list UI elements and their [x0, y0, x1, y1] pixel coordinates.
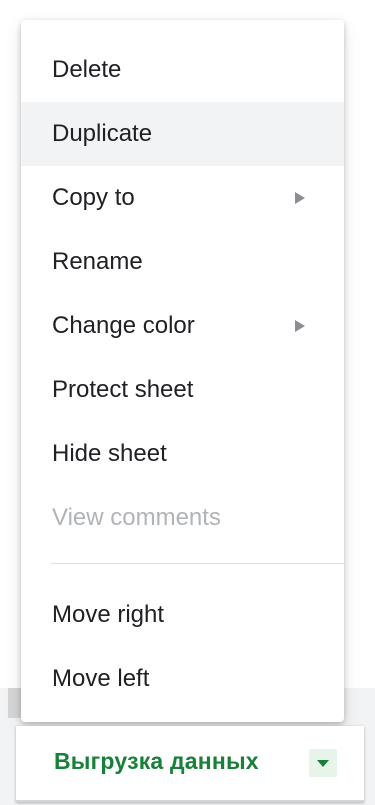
menu-item-move-right[interactable]: Move right [21, 583, 344, 647]
sheet-bar-edge [8, 688, 22, 718]
sheet-tab-label: Выгрузка данных [54, 748, 259, 774]
submenu-arrow-icon [295, 192, 305, 204]
menu-item-hide-sheet[interactable]: Hide sheet [21, 422, 344, 486]
menu-item-label: View comments [52, 504, 221, 531]
menu-item-view-comments: View comments [21, 486, 344, 550]
menu-item-label: Hide sheet [52, 440, 167, 467]
menu-item-label: Protect sheet [52, 376, 194, 403]
menu-item-duplicate[interactable]: Duplicate [21, 102, 344, 166]
menu-item-copy-to[interactable]: Copy to [21, 166, 344, 230]
menu-item-move-left[interactable]: Move left [21, 647, 344, 711]
menu-item-rename[interactable]: Rename [21, 230, 344, 294]
menu-divider [51, 563, 344, 564]
menu-item-delete[interactable]: Delete [21, 38, 344, 102]
menu-item-label: Copy to [52, 184, 135, 211]
menu-item-label: Change color [52, 312, 195, 339]
sheet-tab-dropdown-button[interactable] [309, 749, 337, 777]
caret-down-icon [317, 760, 329, 767]
menu-item-label: Move right [52, 601, 165, 628]
menu-item-change-color[interactable]: Change color [21, 294, 344, 358]
submenu-arrow-icon [295, 320, 305, 332]
sheet-context-menu: Delete Duplicate Copy to Rename Change c… [21, 20, 344, 722]
menu-item-label: Rename [52, 248, 143, 275]
menu-item-protect-sheet[interactable]: Protect sheet [21, 358, 344, 422]
sheet-tab-active[interactable]: Выгрузка данных [16, 726, 364, 802]
menu-item-label: Delete [52, 56, 122, 83]
menu-item-label: Move left [52, 665, 150, 692]
menu-item-label: Duplicate [52, 120, 153, 147]
